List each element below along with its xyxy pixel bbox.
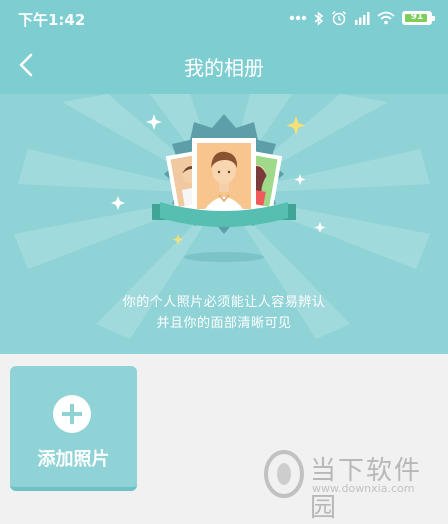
battery-icon: 91 [402,11,435,25]
status-time: 下午1:42 [18,11,86,29]
battery-level: 91 [410,12,424,22]
watermark-url: www.downxia.com [312,482,415,495]
watermark-logo-icon [264,450,304,498]
signal-icon [355,12,370,25]
app-header: 我的相册 [0,36,448,94]
photo-requirement-line-2: 并且你的面部清晰可见 [156,316,292,331]
bluetooth-icon [314,10,324,26]
wifi-icon [377,11,395,25]
profile-photo-banner: 你的个人照片必须能让人容易辨认 并且你的面部清晰可见 [0,94,448,354]
status-bar: 下午1:42 91 [0,0,448,36]
alarm-icon [331,10,347,26]
plus-circle-icon [53,395,91,433]
add-photo-label: 添加照片 [37,449,110,470]
add-photo-button[interactable]: 添加照片 [10,366,137,491]
watermark: 当下软件园 www.downxia.com [262,446,442,523]
page-title: 我的相册 [184,56,264,80]
status-icons: 91 [289,8,435,28]
more-dots-icon [289,15,307,21]
photo-requirement-line-1: 你的个人照片必须能让人容易辨认 [122,295,326,310]
